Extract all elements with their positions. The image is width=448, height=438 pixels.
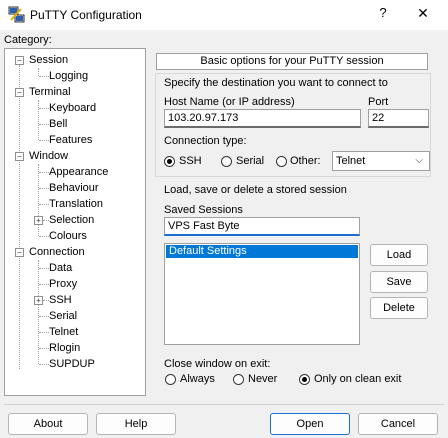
saved-sessions-label: Saved Sessions [164,204,243,216]
tree-connector [39,348,49,349]
serial-radio-label[interactable]: Serial [236,155,264,167]
host-input[interactable]: 103.20.97.173 [164,109,361,128]
delete-button-label: Delete [383,302,415,314]
tree-connector [39,204,49,205]
category-label: Category: [4,34,52,46]
tree-connector [39,268,49,269]
clean-exit-radio[interactable] [299,374,310,385]
help-button[interactable]: Help [96,413,176,435]
host-label: Host Name (or IP address) [164,96,295,108]
tree-connector [39,284,49,285]
tree-item-rlogin[interactable]: Rlogin [49,341,80,355]
tree-connector [39,332,49,333]
load-save-label: Load, save or delete a stored session [164,184,347,196]
tree-item-selection[interactable]: Selection [49,213,94,227]
tree-item-translation[interactable]: Translation [49,197,103,211]
collapse-icon[interactable]: − [15,152,24,161]
expand-icon[interactable]: + [34,296,43,305]
collapse-icon[interactable]: − [15,88,24,97]
port-label: Port [368,96,389,108]
close-window-label: Close window on exit: [164,358,271,370]
help-icon[interactable]: ? [370,5,396,25]
tree-connector [39,108,49,109]
tree-item-features[interactable]: Features [49,133,92,147]
tree-connector [39,236,49,237]
open-button-label: Open [296,418,324,430]
load-button[interactable]: Load [370,244,428,266]
save-button-label: Save [386,276,412,288]
other-radio-label[interactable]: Other: [290,155,321,167]
tree-item-ssh[interactable]: SSH [49,293,72,307]
tree-connector [39,364,49,365]
about-button-label: About [33,418,63,430]
collapse-icon[interactable]: − [15,56,24,65]
always-radio-label[interactable]: Always [180,373,215,385]
tree-item-logging[interactable]: Logging [49,69,88,83]
tree-item-serial[interactable]: Serial [49,309,77,323]
save-button[interactable]: Save [370,271,428,293]
never-radio-label[interactable]: Never [248,373,277,385]
tree-item-keyboard[interactable]: Keyboard [49,101,96,115]
tree-item-colours[interactable]: Colours [49,229,87,243]
tree-item-connection[interactable]: Connection [29,245,85,259]
tree-item-data[interactable]: Data [49,261,72,275]
open-button[interactable]: Open [270,413,350,435]
tree-item-telnet[interactable]: Telnet [49,325,78,339]
destination-label: Specify the destination you want to conn… [164,77,388,89]
tree-connector [39,76,49,77]
tree-connector [38,100,39,140]
divider [4,404,444,405]
expand-icon[interactable]: + [34,216,43,225]
window-title: PuTTY Configuration [30,8,142,22]
cancel-button[interactable]: Cancel [358,413,438,435]
collapse-icon[interactable]: − [15,248,24,257]
tree-connector [39,172,49,173]
tree-item-session[interactable]: Session [29,53,68,67]
always-radio[interactable] [165,374,176,385]
saved-sessions-list[interactable]: Default Settings [164,243,360,345]
panel-header: Basic options for your PuTTY session [156,53,428,70]
chevron-down-icon: ⌵ [415,155,423,166]
tree-item-terminal[interactable]: Terminal [29,85,71,99]
tree-connector [39,124,49,125]
delete-button[interactable]: Delete [370,297,428,319]
tree-connector [19,65,20,369]
tree-item-proxy[interactable]: Proxy [49,277,77,291]
dropdown-value: Telnet [336,155,366,167]
tree-item-behaviour[interactable]: Behaviour [49,181,99,195]
tree-connector [39,188,49,189]
load-button-label: Load [386,249,412,261]
tree-item-supdup[interactable]: SUPDUP [49,357,95,371]
clean-exit-radio-label[interactable]: Only on clean exit [314,373,401,385]
about-button[interactable]: About [8,413,88,435]
category-tree[interactable]: − − − + − + Session Logging Terminal Key… [4,48,146,396]
cancel-button-label: Cancel [380,418,416,430]
list-item[interactable]: Default Settings [166,245,358,258]
tree-connector [39,140,49,141]
saved-session-input[interactable]: VPS Fast Byte [164,217,360,236]
ssh-radio-label[interactable]: SSH [179,155,202,167]
help-button-label: Help [124,418,148,430]
putty-app-icon [8,6,25,23]
close-icon[interactable]: ✕ [410,5,436,25]
tree-connector [39,316,49,317]
tree-item-appearance[interactable]: Appearance [49,165,108,179]
connection-type-label: Connection type: [164,135,247,147]
ssh-radio[interactable] [164,156,175,167]
other-protocol-dropdown[interactable]: Telnet ⌵ [332,151,430,171]
tree-connector [38,164,39,236]
tree-item-bell[interactable]: Bell [49,117,67,131]
port-input[interactable]: 22 [368,109,429,128]
other-radio[interactable] [276,156,287,167]
serial-radio[interactable] [221,156,232,167]
never-radio[interactable] [233,374,244,385]
tree-item-window[interactable]: Window [29,149,68,163]
tree-connector [38,68,39,76]
